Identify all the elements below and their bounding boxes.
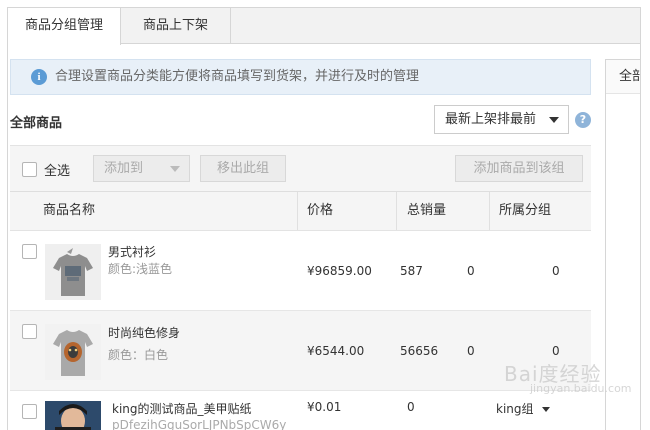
product-spec: 颜色:浅蓝色 <box>108 262 173 276</box>
product-sales-extra: 0 <box>467 344 475 358</box>
section-title: 全部商品 <box>10 116 63 131</box>
watermark-sub: jingyan.baidu.com <box>530 382 632 395</box>
info-icon: i <box>31 69 47 85</box>
table-row: king的测试商品_美甲贴纸 pDfezihGguSorLJPNbSpCW6y … <box>10 391 591 430</box>
product-group: 0 <box>552 264 560 278</box>
group-select[interactable]: king组 <box>496 400 550 417</box>
row-checkbox[interactable] <box>22 244 37 259</box>
add-to-label: 添加到 <box>104 161 144 176</box>
sort-select[interactable]: 最新上架排最前 <box>434 105 569 134</box>
product-thumbnail <box>45 401 101 430</box>
column-header-name: 商品名称 <box>43 203 96 218</box>
add-to-group-button[interactable]: 添加商品到该组 <box>455 155 583 182</box>
add-to-button[interactable]: 添加到 <box>93 155 190 182</box>
column-header-price: 价格 <box>307 203 334 218</box>
product-spec: 颜色：白色 <box>108 348 169 362</box>
info-banner: i 合理设置商品分类能方便将商品填写到货架，并进行及时的管理 <box>10 59 591 95</box>
group-panel: 全部 <box>605 59 640 430</box>
sort-select-label: 最新上架排最前 <box>445 112 537 127</box>
product-sales-extra: 0 <box>467 264 475 278</box>
group-select-label: king组 <box>496 402 534 416</box>
product-price: ¥6544.00 <box>307 344 365 358</box>
select-all-checkbox[interactable] <box>22 162 37 177</box>
column-header-sales: 总销量 <box>407 203 447 218</box>
row-checkbox[interactable] <box>22 324 37 339</box>
select-all-label[interactable]: 全选 <box>44 160 70 179</box>
row-checkbox[interactable] <box>22 404 37 419</box>
chevron-down-icon <box>170 166 180 172</box>
tab-listing-status[interactable]: 商品上下架 <box>121 8 231 44</box>
tab-group-management[interactable]: 商品分组管理 <box>8 8 121 45</box>
table-row: 男式衬衫 颜色:浅蓝色 ¥96859.00 587 0 0 <box>10 231 591 311</box>
product-name[interactable]: 时尚纯色修身 <box>108 324 180 341</box>
product-thumbnail <box>45 244 101 300</box>
column-divider <box>489 192 490 230</box>
chevron-down-icon <box>549 117 559 123</box>
chevron-down-icon <box>541 407 550 412</box>
product-name[interactable]: 男式衬衫 <box>108 243 156 260</box>
question-icon[interactable]: ? <box>575 112 591 128</box>
product-group: 0 <box>552 344 560 358</box>
product-price: ¥0.01 <box>307 400 342 414</box>
product-sales: 56656 <box>400 344 439 358</box>
remove-from-group-button[interactable]: 移出此组 <box>200 155 286 182</box>
toolbar: 全选 添加到 移出此组 添加商品到该组 <box>10 145 591 191</box>
column-divider <box>396 192 397 230</box>
tab-bar: 商品分组管理 商品上下架 <box>8 8 640 45</box>
product-thumbnail <box>45 324 101 380</box>
product-name[interactable]: king的测试商品_美甲贴纸 <box>112 400 252 417</box>
table-header: 商品名称 价格 总销量 所属分组 <box>10 191 591 231</box>
product-sales: 0 <box>407 400 415 414</box>
group-panel-header[interactable]: 全部 <box>606 60 640 94</box>
product-sales: 587 <box>400 264 423 278</box>
product-spec: pDfezihGguSorLJPNbSpCW6y <box>112 418 287 430</box>
info-text: 合理设置商品分类能方便将商品填写到货架，并进行及时的管理 <box>55 69 420 84</box>
column-header-group: 所属分组 <box>499 203 552 218</box>
column-divider <box>297 192 298 230</box>
product-price: ¥96859.00 <box>307 264 372 278</box>
